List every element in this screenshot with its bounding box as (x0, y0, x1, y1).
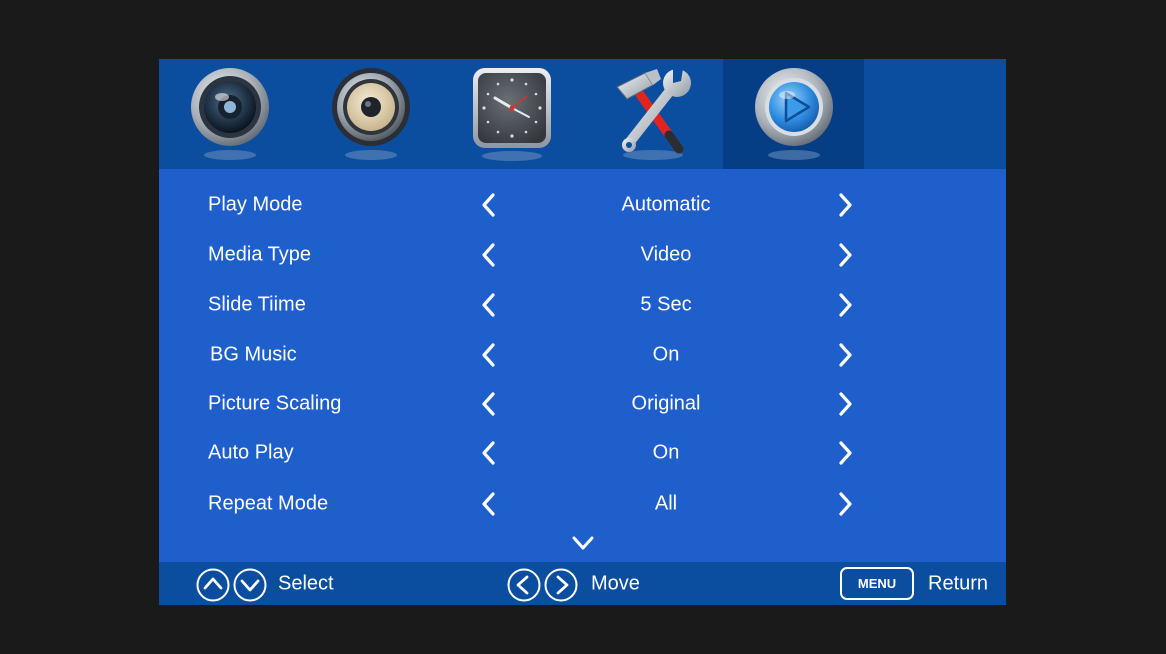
setting-label: Repeat Mode (208, 492, 329, 515)
key-hint-footer: Select Move MENU Return (159, 562, 1006, 605)
tab-setup[interactable] (582, 59, 723, 169)
chevron-right-icon[interactable] (835, 242, 855, 268)
setting-row-picture-scaling[interactable]: Picture Scaling Original (159, 384, 1006, 424)
tools-icon (615, 69, 691, 160)
down-key-icon (233, 568, 267, 602)
setting-row-auto-play[interactable]: Auto Play On (159, 433, 1006, 473)
setting-value: Video (640, 243, 692, 266)
menu-tab-bar (159, 59, 1006, 169)
chevron-left-icon[interactable] (479, 440, 499, 466)
setting-label: Media Type (208, 243, 312, 266)
tab-sound[interactable] (300, 59, 441, 169)
play-icon (754, 68, 833, 160)
setting-value: On (652, 343, 680, 366)
setting-value: Automatic (621, 193, 711, 216)
speaker-icon (331, 68, 410, 160)
setting-label: BG Music (210, 343, 297, 366)
chevron-left-icon[interactable] (479, 391, 499, 417)
setting-row-play-mode[interactable]: Play Mode Automatic (159, 185, 1006, 225)
scroll-down-chevron-icon[interactable] (571, 534, 595, 552)
setting-value: All (654, 492, 678, 515)
media-settings-osd: Play Mode Automatic Media Type Video Sli… (159, 59, 1006, 605)
chevron-right-icon[interactable] (835, 342, 855, 368)
setting-label: Slide Tiime (208, 293, 306, 316)
chevron-left-icon[interactable] (479, 491, 499, 517)
right-key-icon (544, 568, 578, 602)
chevron-right-icon[interactable] (835, 440, 855, 466)
camera-lens-icon (190, 68, 269, 160)
tab-picture[interactable] (159, 59, 300, 169)
chevron-right-icon[interactable] (835, 292, 855, 318)
chevron-left-icon[interactable] (479, 242, 499, 268)
chevron-left-icon[interactable] (479, 192, 499, 218)
setting-label: Picture Scaling (208, 392, 342, 415)
menu-key-badge: MENU (840, 567, 914, 600)
setting-value: Original (631, 392, 701, 415)
setting-value: 5 Sec (640, 293, 692, 316)
setting-value: On (652, 441, 680, 464)
chevron-right-icon[interactable] (835, 192, 855, 218)
setting-label: Auto Play (208, 441, 294, 464)
setting-row-repeat-mode[interactable]: Repeat Mode All (159, 484, 1006, 524)
return-hint: Return (928, 572, 989, 594)
setting-row-bg-music[interactable]: BG Music On (159, 335, 1006, 375)
setting-row-slide-time[interactable]: Slide Tiime 5 Sec (159, 285, 1006, 325)
tab-media[interactable] (723, 59, 864, 169)
chevron-left-icon[interactable] (479, 292, 499, 318)
setting-row-media-type[interactable]: Media Type Video (159, 235, 1006, 275)
clock-icon (472, 68, 551, 161)
chevron-right-icon[interactable] (835, 491, 855, 517)
tab-time[interactable] (441, 59, 582, 169)
chevron-left-icon[interactable] (479, 342, 499, 368)
chevron-right-icon[interactable] (835, 391, 855, 417)
up-key-icon (196, 568, 230, 602)
left-key-icon (507, 568, 541, 602)
setting-label: Play Mode (208, 193, 303, 216)
move-hint: Move (591, 572, 640, 594)
select-hint: Select (278, 572, 334, 594)
